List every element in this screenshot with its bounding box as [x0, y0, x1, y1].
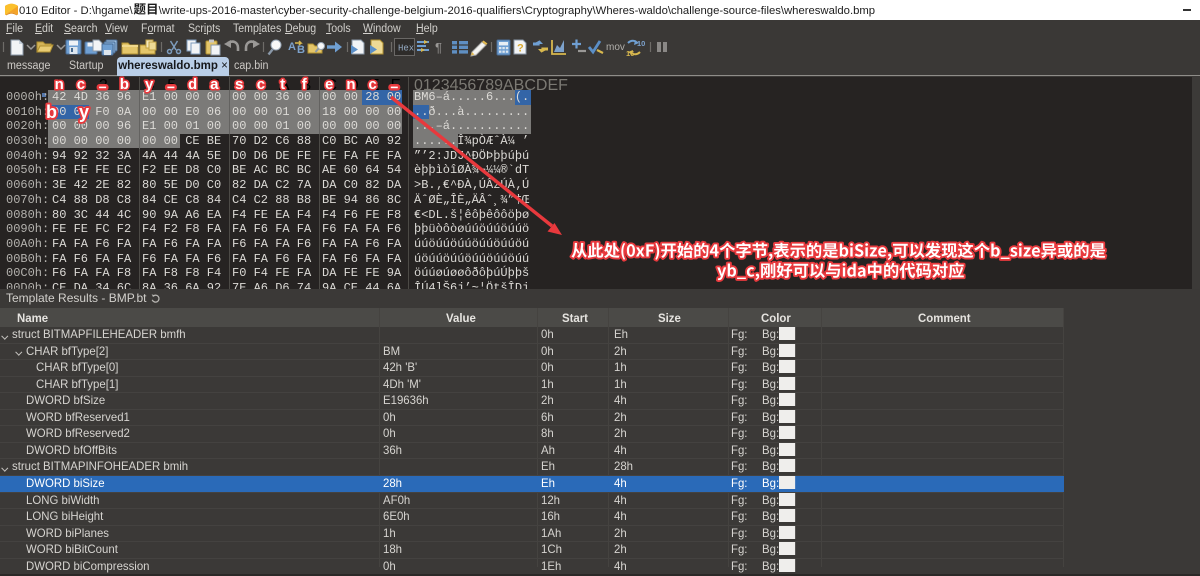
svg-text:Hex: Hex [398, 43, 414, 53]
svg-text:?: ? [517, 42, 524, 54]
svg-text:¶: ¶ [435, 40, 442, 55]
svg-text:16: 16 [626, 49, 634, 57]
svg-text:10: 10 [637, 39, 645, 48]
svg-text:A: A [288, 41, 296, 53]
svg-text:B: B [297, 44, 305, 56]
svg-text:mov: mov [606, 42, 625, 53]
